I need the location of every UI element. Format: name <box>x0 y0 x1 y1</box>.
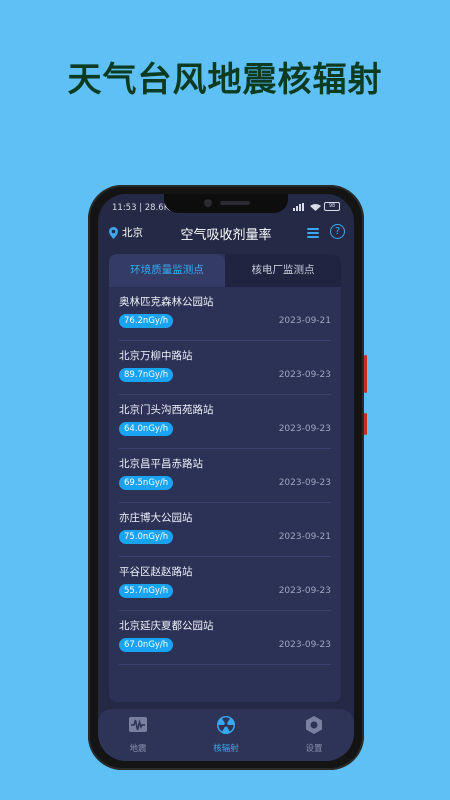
station-item[interactable]: 奥林匹克森林公园站 76.2nGy/h 2023-09-21 <box>119 287 331 341</box>
station-name: 北京延庆夏都公园站 <box>119 620 214 632</box>
volume-button <box>364 355 367 393</box>
dose-rate-badge: 64.0nGy/h <box>119 422 174 436</box>
status-time: 11:53 | 28.6K/ <box>112 203 173 213</box>
location-pin-icon <box>109 226 118 239</box>
power-button <box>364 413 367 435</box>
battery-icon: 98 <box>324 202 340 211</box>
dose-rate-badge: 69.5nGy/h <box>119 476 174 490</box>
station-name: 平谷区赵赵路站 <box>119 566 193 578</box>
help-icon[interactable]: ? <box>330 224 345 239</box>
station-name: 奥林匹克森林公园站 <box>119 296 214 308</box>
station-name: 北京昌平昌赤路站 <box>119 458 203 470</box>
station-item[interactable]: 亦庄博大公园站 75.0nGy/h 2023-09-21 <box>119 503 331 557</box>
gear-icon <box>306 716 322 734</box>
nav-radiation[interactable]: 核辐射 <box>196 715 256 754</box>
station-date: 2023-09-21 <box>278 532 331 542</box>
dose-rate-badge: 67.0nGy/h <box>119 638 174 652</box>
tab-bar: 环境质量监测点 核电厂监测点 <box>109 254 341 287</box>
camera-notch <box>164 194 288 213</box>
station-date: 2023-09-23 <box>278 424 331 434</box>
station-date: 2023-09-21 <box>278 316 331 326</box>
location-selector[interactable]: 北京 <box>109 225 143 240</box>
station-name: 亦庄博大公园站 <box>119 512 193 524</box>
promo-headline: 天气台风地震核辐射 <box>67 60 383 100</box>
dose-rate-badge: 55.7nGy/h <box>119 584 174 598</box>
tab-environment-stations[interactable]: 环境质量监测点 <box>109 254 225 287</box>
speaker-grille <box>220 201 250 205</box>
status-icons: 98 <box>293 202 340 211</box>
seismic-icon <box>129 717 147 732</box>
nav-earthquake[interactable]: 地震 <box>108 715 168 754</box>
tab-nuclear-plant-stations[interactable]: 核电厂监测点 <box>225 254 341 287</box>
station-item[interactable]: 北京门头沟西苑路站 64.0nGy/h 2023-09-23 <box>119 395 331 449</box>
nav-settings[interactable]: 设置 <box>284 715 344 754</box>
station-date: 2023-09-23 <box>278 586 331 596</box>
nav-label: 设置 <box>305 744 323 754</box>
nav-label: 地震 <box>129 744 147 754</box>
radiation-icon <box>217 716 235 734</box>
bottom-nav: 地震 核辐射 设置 <box>98 709 354 761</box>
station-date: 2023-09-23 <box>278 478 331 488</box>
station-list: 奥林匹克森林公园站 76.2nGy/h 2023-09-21 北京万柳中路站 8… <box>109 287 341 665</box>
signal-icon <box>293 202 304 211</box>
phone-screen: 11:53 | 28.6K/ 98 空气吸收剂量率 北京 ? 环境质量监测点 核… <box>98 194 354 761</box>
station-name: 北京万柳中路站 <box>119 350 193 362</box>
camera-icon <box>204 199 212 207</box>
station-panel: 环境质量监测点 核电厂监测点 奥林匹克森林公园站 76.2nGy/h 2023-… <box>109 254 341 702</box>
phone-frame: 11:53 | 28.6K/ 98 空气吸收剂量率 北京 ? 环境质量监测点 核… <box>88 185 367 770</box>
station-item[interactable]: 北京昌平昌赤路站 69.5nGy/h 2023-09-23 <box>119 449 331 503</box>
station-item[interactable]: 北京万柳中路站 89.7nGy/h 2023-09-23 <box>119 341 331 395</box>
app-bar: 空气吸收剂量率 北京 ? <box>98 222 354 244</box>
location-label: 北京 <box>122 227 143 239</box>
station-item[interactable]: 北京延庆夏都公园站 67.0nGy/h 2023-09-23 <box>119 611 331 665</box>
dose-rate-badge: 89.7nGy/h <box>119 368 174 382</box>
station-name: 北京门头沟西苑路站 <box>119 404 214 416</box>
list-menu-icon[interactable] <box>307 228 319 238</box>
wifi-icon <box>310 203 321 211</box>
dose-rate-badge: 76.2nGy/h <box>119 314 174 328</box>
station-item[interactable]: 平谷区赵赵路站 55.7nGy/h 2023-09-23 <box>119 557 331 611</box>
dose-rate-badge: 75.0nGy/h <box>119 530 174 544</box>
station-date: 2023-09-23 <box>278 370 331 380</box>
station-date: 2023-09-23 <box>278 640 331 650</box>
nav-label: 核辐射 <box>213 744 239 754</box>
